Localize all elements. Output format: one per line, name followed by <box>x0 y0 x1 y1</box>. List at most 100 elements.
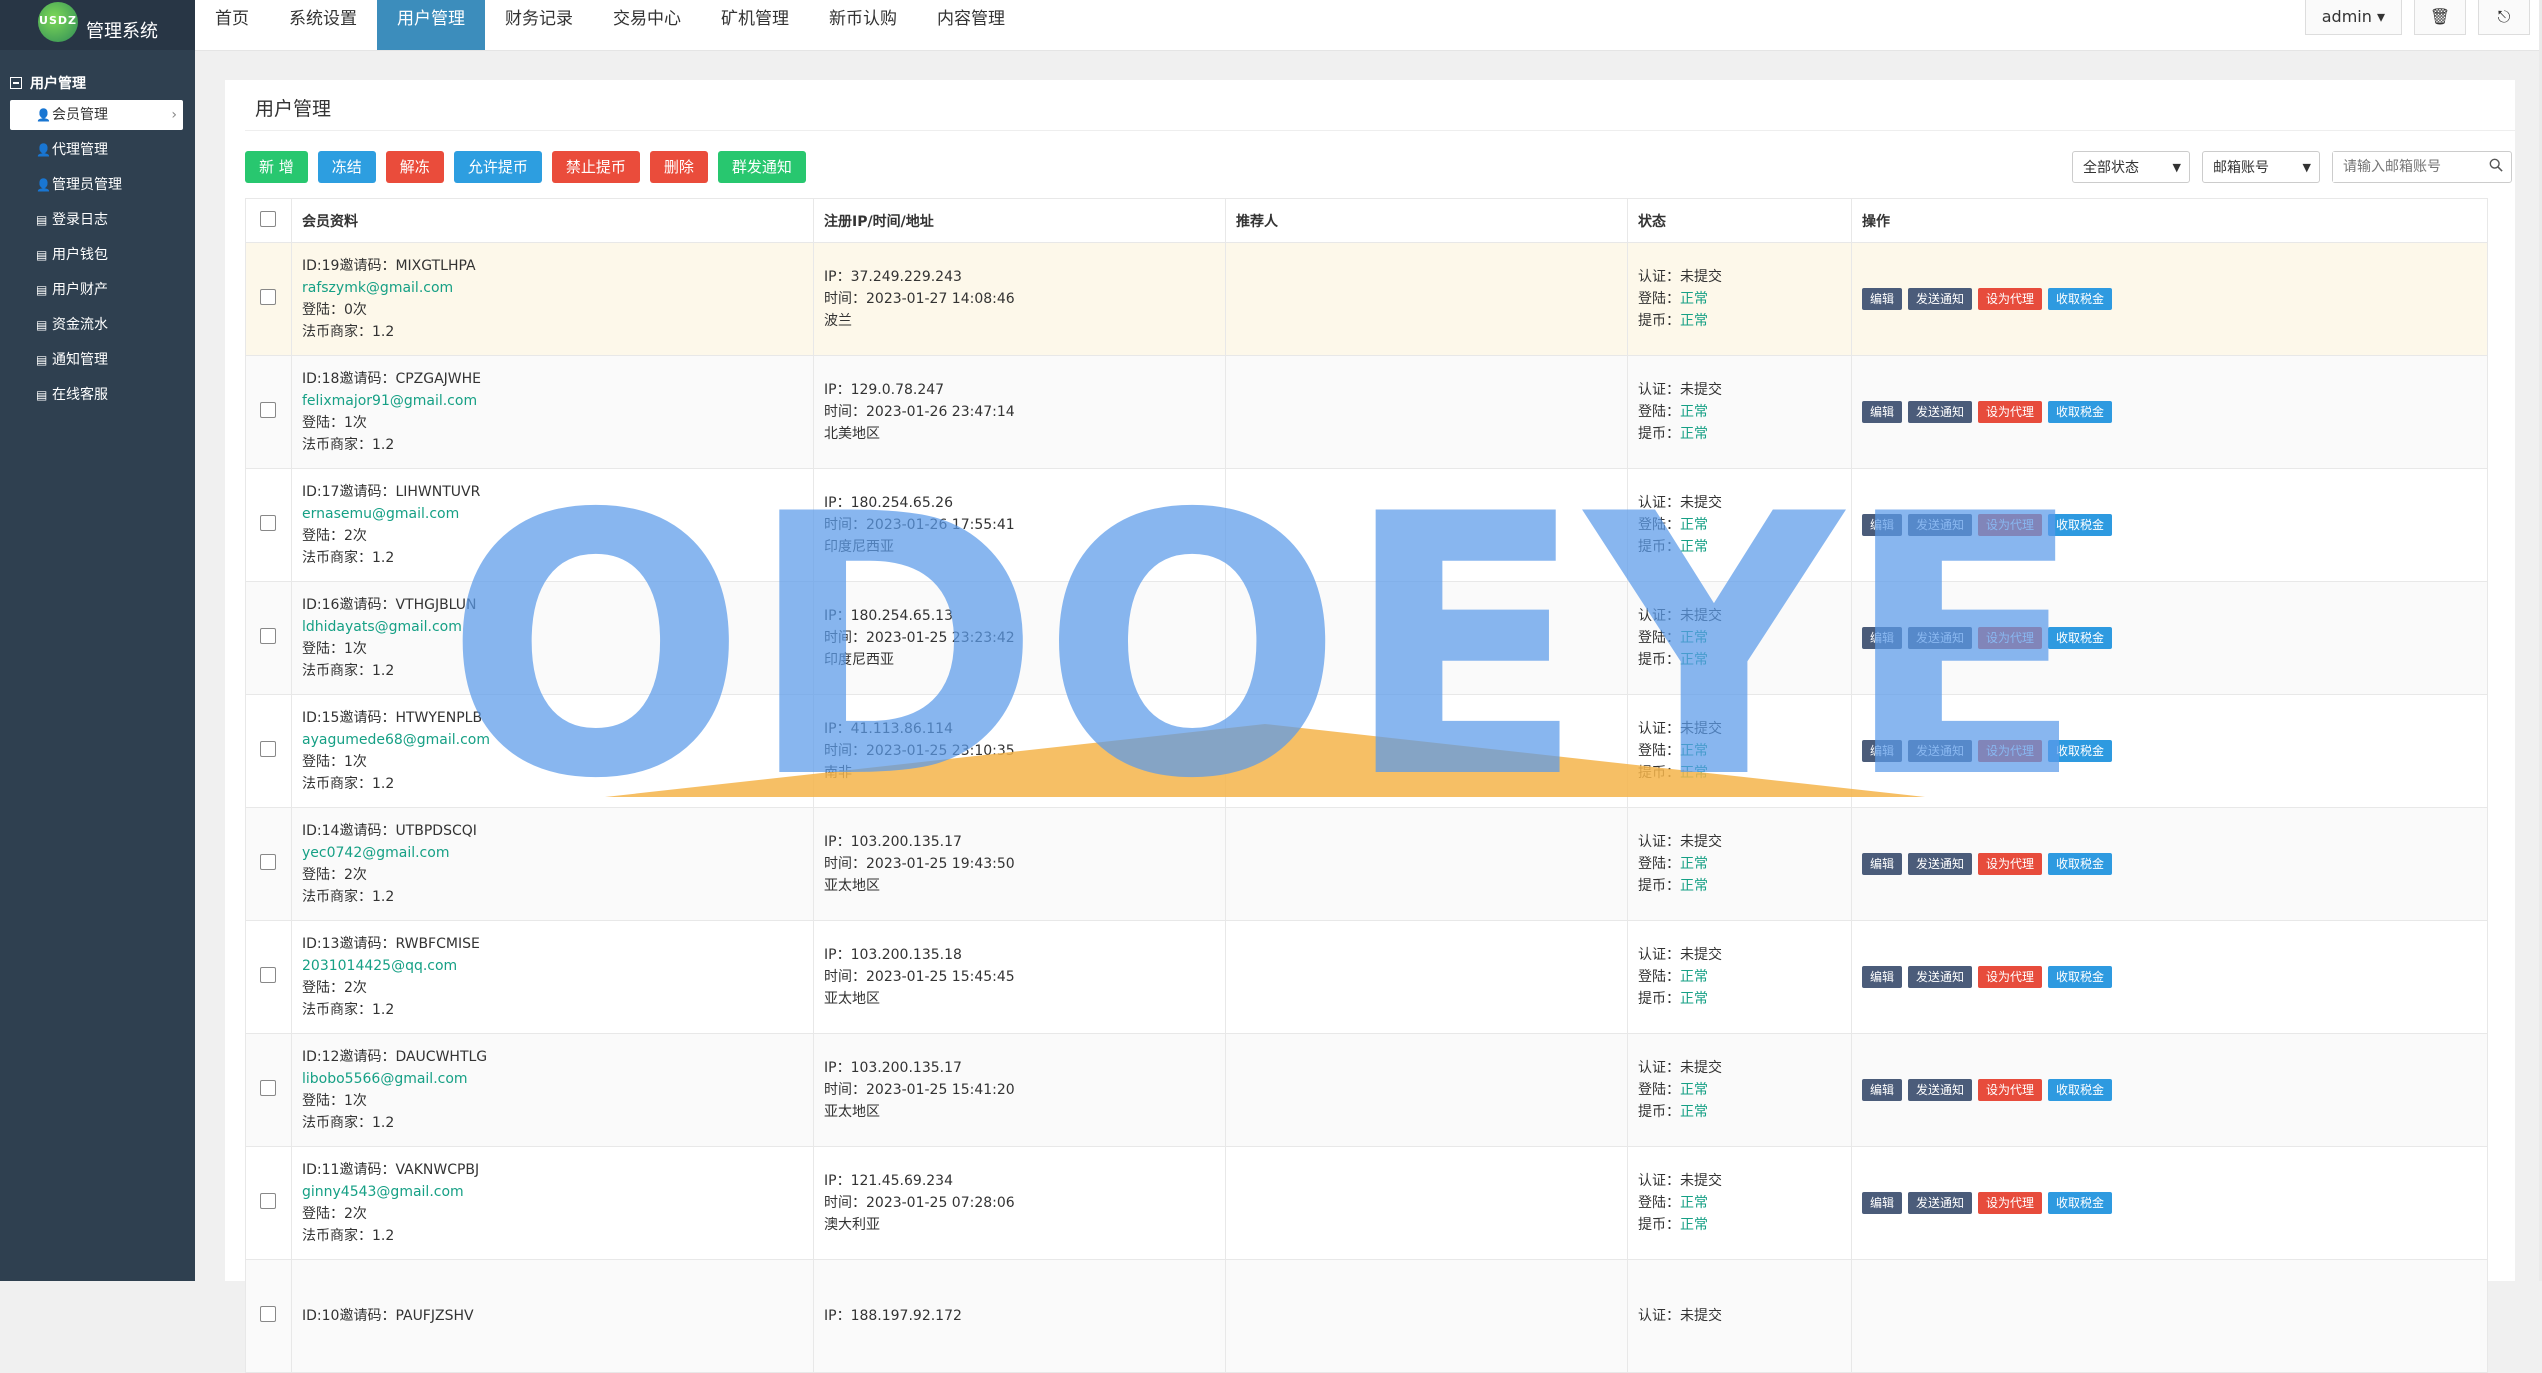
send-notice-button[interactable]: 发送通知 <box>1908 1079 1973 1101</box>
member-email[interactable]: ayagumede68@gmail.com <box>302 729 812 751</box>
tab-ico[interactable]: 新币认购 <box>809 0 917 50</box>
sidebar-item-agents[interactable]: 👤代理管理 <box>0 133 195 168</box>
send-notice-button[interactable]: 发送通知 <box>1908 853 1973 875</box>
search-input[interactable] <box>2333 152 2485 182</box>
edit-button[interactable]: 编辑 <box>1862 1079 1903 1101</box>
register-info-cell: IP：41.113.86.114 时间：2023-01-25 23:10:35 南非 <box>813 694 1226 808</box>
member-email[interactable]: ldhidayats@gmail.com <box>302 616 812 638</box>
sidebar-item-wallets[interactable]: ▤ 用户钱包 <box>0 238 195 273</box>
logout-icon[interactable]: ⎋ <box>2478 0 2530 35</box>
delete-button[interactable]: 删除 <box>649 151 708 183</box>
send-notice-button[interactable]: 发送通知 <box>1908 288 1973 310</box>
collect-tax-button[interactable]: 收取税金 <box>2048 1192 2113 1214</box>
account-type-select[interactable]: 邮箱账号 ▼ <box>2202 151 2320 183</box>
collect-tax-button[interactable]: 收取税金 <box>2048 740 2113 762</box>
sidebar-item-members[interactable]: 👤会员管理 › <box>10 100 183 130</box>
member-email[interactable]: felixmajor91@gmail.com <box>302 390 812 412</box>
broadcast-button[interactable]: 群发通知 <box>717 151 806 183</box>
register-location: 印度尼西亚 <box>824 652 894 668</box>
row-select-cell <box>245 242 292 356</box>
collect-tax-button[interactable]: 收取税金 <box>2048 288 2113 310</box>
unfreeze-button[interactable]: 解冻 <box>385 151 444 183</box>
row-checkbox[interactable] <box>260 741 276 757</box>
row-checkbox[interactable] <box>260 854 276 870</box>
select-all-checkbox[interactable] <box>260 210 276 227</box>
tab-finance[interactable]: 财务记录 <box>485 0 593 50</box>
table-row: ID:17邀请码：LIHWNTUVR ernasemu@gmail.com 登陆：2… <box>245 468 2488 582</box>
member-email[interactable]: ernasemu@gmail.com <box>302 503 812 525</box>
set-agent-button[interactable]: 设为代理 <box>1978 740 2043 762</box>
allow-withdraw-button[interactable]: 允许提币 <box>453 151 542 183</box>
member-email[interactable]: 2031014425@qq.com <box>302 955 812 977</box>
freeze-button[interactable]: 冻结 <box>317 151 376 183</box>
row-checkbox[interactable] <box>260 628 276 644</box>
send-notice-button[interactable]: 发送通知 <box>1908 740 1973 762</box>
member-email[interactable]: ginny4543@gmail.com <box>302 1181 812 1203</box>
otc-merchant: 法币商家：1.2 <box>302 663 395 679</box>
edit-button[interactable]: 编辑 <box>1862 966 1903 988</box>
set-agent-button[interactable]: 设为代理 <box>1978 288 2043 310</box>
member-email[interactable]: libobo5566@gmail.com <box>302 1068 812 1090</box>
add-button[interactable]: 新 增 <box>245 151 308 183</box>
register-time: 时间：2023-01-25 23:23:42 <box>824 630 1015 646</box>
collect-tax-button[interactable]: 收取税金 <box>2048 401 2113 423</box>
edit-button[interactable]: 编辑 <box>1862 853 1903 875</box>
logo[interactable]: USDZ 管理系统 <box>0 0 195 50</box>
sidebar-group-user-management[interactable]: 用户管理 <box>0 70 195 98</box>
member-email[interactable]: rafszymk@gmail.com <box>302 277 812 299</box>
set-agent-button[interactable]: 设为代理 <box>1978 1192 2043 1214</box>
set-agent-button[interactable]: 设为代理 <box>1978 514 2043 536</box>
collect-tax-button[interactable]: 收取税金 <box>2048 853 2113 875</box>
collect-tax-button[interactable]: 收取税金 <box>2048 966 2113 988</box>
collect-tax-button[interactable]: 收取税金 <box>2048 514 2113 536</box>
tab-content[interactable]: 内容管理 <box>917 0 1025 50</box>
collect-tax-button[interactable]: 收取税金 <box>2048 627 2113 649</box>
row-checkbox[interactable] <box>260 1193 276 1209</box>
set-agent-button[interactable]: 设为代理 <box>1978 966 2043 988</box>
register-location: 亚太地区 <box>824 991 880 1007</box>
tab-miners[interactable]: 矿机管理 <box>701 0 809 50</box>
tab-users[interactable]: 用户管理 <box>377 0 485 50</box>
admin-menu-button[interactable]: admin ▾ <box>2304 0 2402 35</box>
send-notice-button[interactable]: 发送通知 <box>1908 401 1973 423</box>
edit-button[interactable]: 编辑 <box>1862 1192 1903 1214</box>
sidebar-item-notifications[interactable]: ▤ 通知管理 <box>0 343 195 378</box>
sidebar-item-admins[interactable]: 👤管理员管理 <box>0 168 195 203</box>
sidebar-item-login-log[interactable]: ▤ 登录日志 <box>0 203 195 238</box>
sidebar-item-assets[interactable]: ▤ 用户财产 <box>0 273 195 308</box>
collect-tax-button[interactable]: 收取税金 <box>2048 1079 2113 1101</box>
send-notice-button[interactable]: 发送通知 <box>1908 966 1973 988</box>
edit-button[interactable]: 编辑 <box>1862 740 1903 762</box>
search-icon[interactable] <box>2489 158 2503 172</box>
send-notice-button[interactable]: 发送通知 <box>1908 514 1973 536</box>
set-agent-button[interactable]: 设为代理 <box>1978 401 2043 423</box>
status-select[interactable]: 全部状态 ▼ <box>2072 151 2190 183</box>
forbid-withdraw-button[interactable]: 禁止提币 <box>551 151 640 183</box>
member-email[interactable]: yec0742@gmail.com <box>302 842 812 864</box>
divider <box>245 130 2515 131</box>
send-notice-button[interactable]: 发送通知 <box>1908 627 1973 649</box>
referrer-cell <box>1225 355 1628 469</box>
edit-button[interactable]: 编辑 <box>1862 288 1903 310</box>
set-agent-button[interactable]: 设为代理 <box>1978 853 2043 875</box>
sidebar-item-support[interactable]: ▤ 在线客服 <box>0 378 195 413</box>
row-checkbox[interactable] <box>260 515 276 531</box>
set-agent-button[interactable]: 设为代理 <box>1978 627 2043 649</box>
edit-button[interactable]: 编辑 <box>1862 514 1903 536</box>
row-select-cell <box>245 355 292 469</box>
register-location: 澳大利亚 <box>824 1217 880 1233</box>
tab-home[interactable]: 首页 <box>195 0 269 50</box>
tab-settings[interactable]: 系统设置 <box>269 0 377 50</box>
tab-trade[interactable]: 交易中心 <box>593 0 701 50</box>
set-agent-button[interactable]: 设为代理 <box>1978 1079 2043 1101</box>
send-notice-button[interactable]: 发送通知 <box>1908 1192 1973 1214</box>
trash-icon[interactable]: 🗑 <box>2414 0 2466 35</box>
edit-button[interactable]: 编辑 <box>1862 627 1903 649</box>
row-checkbox[interactable] <box>260 967 276 983</box>
row-checkbox[interactable] <box>260 402 276 418</box>
row-checkbox[interactable] <box>260 289 276 305</box>
sidebar-item-fund-flow[interactable]: ▤ 资金流水 <box>0 308 195 343</box>
row-checkbox[interactable] <box>260 1306 276 1322</box>
row-checkbox[interactable] <box>260 1080 276 1096</box>
edit-button[interactable]: 编辑 <box>1862 401 1903 423</box>
